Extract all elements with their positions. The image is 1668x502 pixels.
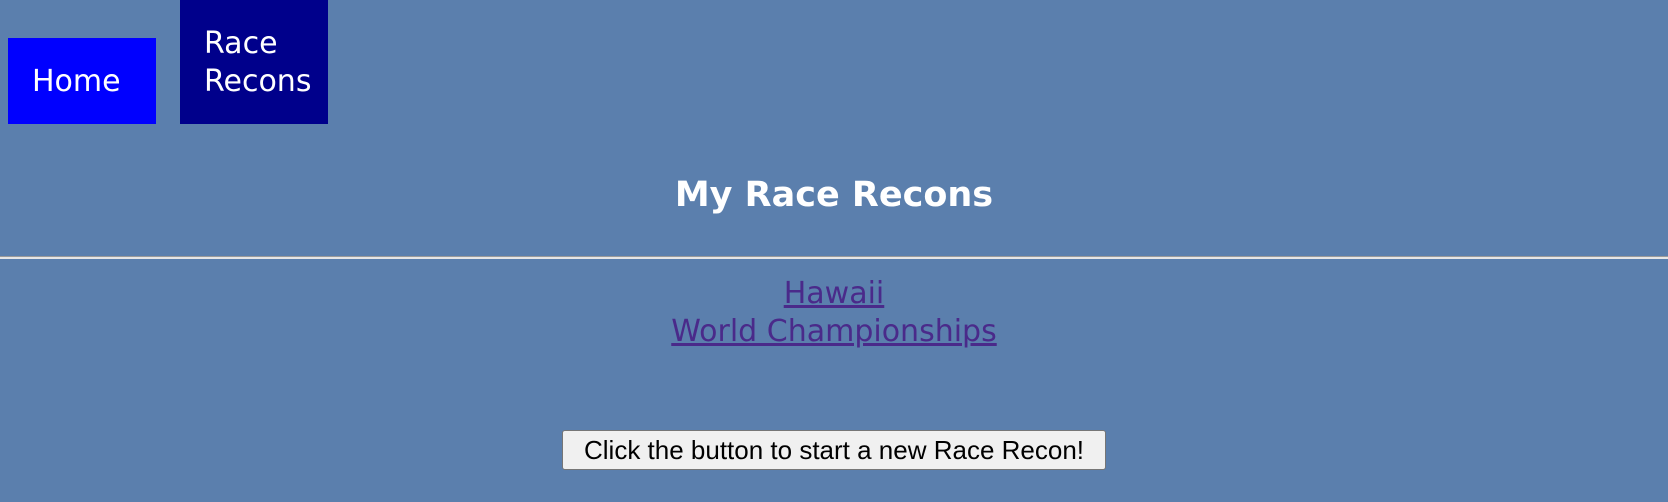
race-recon-link-line1: Hawaii [783, 276, 885, 311]
nav-race-recons-label-line2: Recons [204, 64, 312, 99]
nav-home-button[interactable]: Home [8, 38, 156, 124]
nav-home-label: Home [32, 64, 121, 99]
race-recon-list: Hawaii World Championships [0, 275, 1668, 351]
race-recon-link-line2: World Championships [671, 314, 997, 349]
top-navigation: Home Race Recons [0, 0, 1668, 124]
page-title: My Race Recons [674, 175, 994, 215]
new-recon-button-wrapper: Click the button to start a new Race Rec… [0, 430, 1668, 470]
new-race-recon-button[interactable]: Click the button to start a new Race Rec… [562, 430, 1106, 470]
section-divider [0, 256, 1668, 259]
race-recon-link-hawaii[interactable]: Hawaii World Championships [671, 275, 996, 351]
nav-race-recons-button[interactable]: Race Recons [180, 0, 328, 124]
nav-race-recons-label-line1: Race [204, 26, 278, 61]
